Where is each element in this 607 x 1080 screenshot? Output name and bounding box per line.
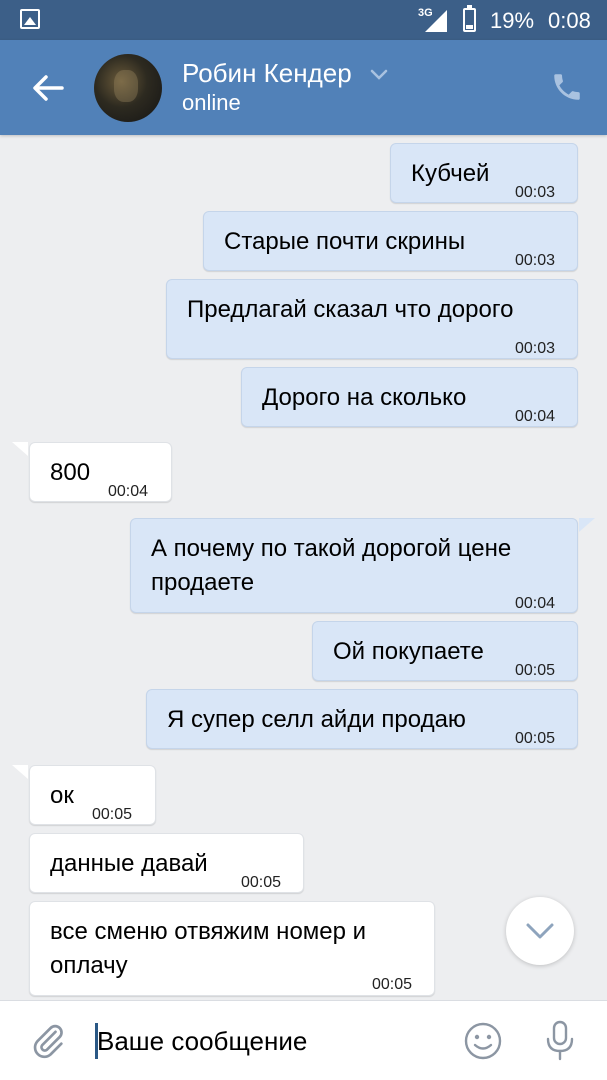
- message-text: Старые почти скрины: [224, 228, 466, 255]
- chevron-down-icon[interactable]: [370, 68, 388, 80]
- contact-status: online: [182, 90, 241, 115]
- message-text: Я супер селл айди продаю: [167, 706, 466, 733]
- clock-time: 0:08: [548, 8, 591, 33]
- bubble-tail: [12, 442, 28, 456]
- chat-header: Робин Кендер online: [0, 40, 607, 135]
- message-bubble-incoming[interactable]: данные давай 00:05: [29, 833, 304, 893]
- message-text: все сменю отвяжим номер и оплачу: [50, 918, 367, 979]
- battery-icon: [463, 5, 476, 32]
- message-time: 00:04: [515, 595, 556, 612]
- message-text: данные давай: [50, 850, 208, 877]
- message-bubble-outgoing[interactable]: А почему по такой дорогой цене продаете …: [130, 518, 578, 613]
- bubble-tail: [579, 518, 595, 532]
- contact-name[interactable]: Робин Кендер: [182, 58, 352, 89]
- message-bubble-incoming[interactable]: все сменю отвяжим номер и оплачу 00:05: [29, 901, 435, 996]
- phone-icon[interactable]: [550, 70, 584, 104]
- message-bubble-incoming[interactable]: 800 00:04: [29, 442, 172, 502]
- message-text: Ой покупаете: [333, 638, 484, 665]
- status-bar: 3G 19% 0:08: [0, 0, 607, 40]
- message-time: 00:03: [515, 252, 556, 269]
- message-bubble-outgoing[interactable]: Ой покупаете 00:05: [312, 621, 578, 681]
- signal-icon: [425, 10, 447, 32]
- paperclip-icon[interactable]: [28, 1021, 68, 1061]
- scroll-down-button[interactable]: [506, 897, 574, 965]
- message-composer: [0, 1000, 607, 1080]
- avatar[interactable]: [94, 54, 162, 122]
- message-list[interactable]: Кубчей 00:03 Старые почти скрины 00:03 П…: [0, 135, 607, 1000]
- message-bubble-incoming[interactable]: ок 00:05: [29, 765, 156, 825]
- message-time: 00:04: [108, 483, 149, 500]
- message-time: 00:05: [515, 730, 556, 747]
- scroll-down-icon: [526, 923, 554, 939]
- message-bubble-outgoing[interactable]: Дорого на сколько 00:04: [241, 367, 578, 427]
- image-notification-icon: [20, 9, 40, 29]
- message-time: 00:03: [515, 340, 556, 357]
- message-bubble-outgoing[interactable]: Кубчей 00:03: [390, 143, 578, 203]
- bubble-tail: [12, 765, 28, 779]
- message-text: Кубчей: [411, 160, 490, 187]
- battery-percent: 19%: [490, 8, 535, 33]
- message-time: 00:05: [241, 874, 282, 891]
- message-text: А почему по такой дорогой цене продаете: [151, 535, 512, 596]
- message-text: ок: [50, 782, 74, 809]
- smile-icon[interactable]: [463, 1021, 503, 1061]
- back-arrow-icon[interactable]: [30, 70, 66, 106]
- message-text: Предлагай сказал что дорого: [187, 296, 514, 323]
- message-time: 00:03: [515, 184, 556, 201]
- message-time: 00:05: [92, 806, 133, 823]
- message-time: 00:04: [515, 408, 556, 425]
- microphone-icon[interactable]: [540, 1019, 580, 1063]
- message-bubble-outgoing[interactable]: Я супер селл айди продаю 00:05: [146, 689, 578, 749]
- message-input[interactable]: [97, 1019, 447, 1063]
- message-time: 00:05: [515, 662, 556, 679]
- message-time: 00:05: [372, 976, 413, 993]
- message-text: Дорого на сколько: [262, 384, 467, 411]
- message-bubble-outgoing[interactable]: Предлагай сказал что дорого 00:03: [166, 279, 578, 359]
- message-text: 800: [50, 459, 91, 486]
- message-bubble-outgoing[interactable]: Старые почти скрины 00:03: [203, 211, 578, 271]
